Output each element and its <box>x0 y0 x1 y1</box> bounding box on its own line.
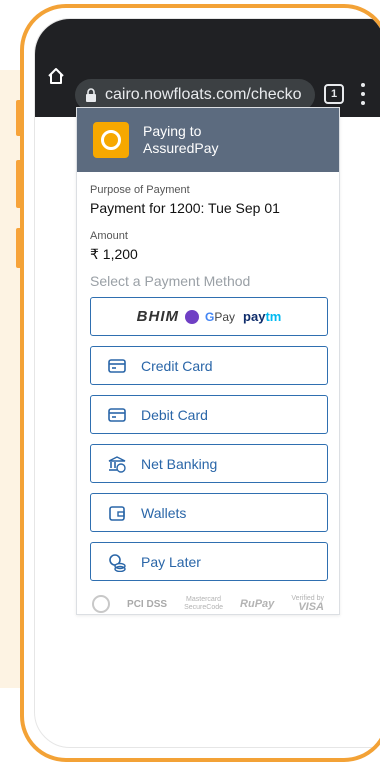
amount-value: ₹ 1,200 <box>90 246 138 262</box>
wallets-label: Wallets <box>141 504 187 521</box>
payment-method-heading: Select a Payment Method <box>90 273 251 289</box>
debit-card-icon <box>108 407 126 422</box>
upi-button[interactable]: BHIM GPay paytm <box>90 297 328 336</box>
merchant-name: AssuredPay <box>143 140 219 156</box>
card-body: Purpose of Payment Payment for 1200: Tue… <box>77 172 339 613</box>
pay-later-icon <box>109 553 126 572</box>
overflow-menu-icon[interactable] <box>360 83 366 105</box>
url-text: cairo.nowfloats.com/checko <box>105 86 302 103</box>
screen: cairo.nowfloats.com/checko 1 Paying to A… <box>0 0 380 765</box>
rupay-badge: RuPay <box>240 598 275 610</box>
net-banking-button[interactable]: Net Banking <box>90 444 328 483</box>
paying-to-label: Paying to <box>143 123 202 139</box>
seal-icon <box>92 595 110 613</box>
bhim-logo: BHIM <box>136 308 179 325</box>
wallets-button[interactable]: Wallets <box>90 493 328 532</box>
debit-card-button[interactable]: Debit Card <box>90 395 328 434</box>
home-icon[interactable] <box>46 66 66 86</box>
merchant-info: Paying to AssuredPay <box>143 123 218 157</box>
credit-card-icon <box>108 358 126 373</box>
verified-by-visa-badge: Verified by VISA <box>291 595 324 613</box>
amount-label: Amount <box>90 230 128 242</box>
wallet-icon <box>109 505 125 521</box>
debit-card-label: Debit Card <box>141 406 208 423</box>
merchant-logo <box>93 122 129 158</box>
pay-later-label: Pay Later <box>141 553 201 570</box>
checkout-card: Paying to AssuredPay Purpose of Payment … <box>76 107 340 615</box>
pci-dss-badge: PCI DSS <box>127 598 168 610</box>
gpay-logo: GPay <box>205 309 236 324</box>
pay-later-button[interactable]: Pay Later <box>90 542 328 581</box>
lock-icon <box>86 88 96 102</box>
paytm-logo: paytm <box>243 309 282 324</box>
credit-card-button[interactable]: Credit Card <box>90 346 328 385</box>
bank-icon <box>108 455 126 473</box>
purpose-label: Purpose of Payment <box>90 184 190 196</box>
purpose-value: Payment for 1200: Tue Sep 01 <box>90 200 280 216</box>
mastercard-securecode-badge: Mastercard SecureCode <box>184 596 223 611</box>
credit-card-label: Credit Card <box>141 357 213 374</box>
net-banking-label: Net Banking <box>141 455 218 472</box>
status-area <box>35 19 380 71</box>
security-badges: PCI DSS Mastercard SecureCode RuPay Verif… <box>90 595 326 613</box>
phonepe-icon <box>185 309 199 324</box>
tab-switcher-button[interactable]: 1 <box>324 84 344 104</box>
card-header: Paying to AssuredPay <box>77 108 339 172</box>
